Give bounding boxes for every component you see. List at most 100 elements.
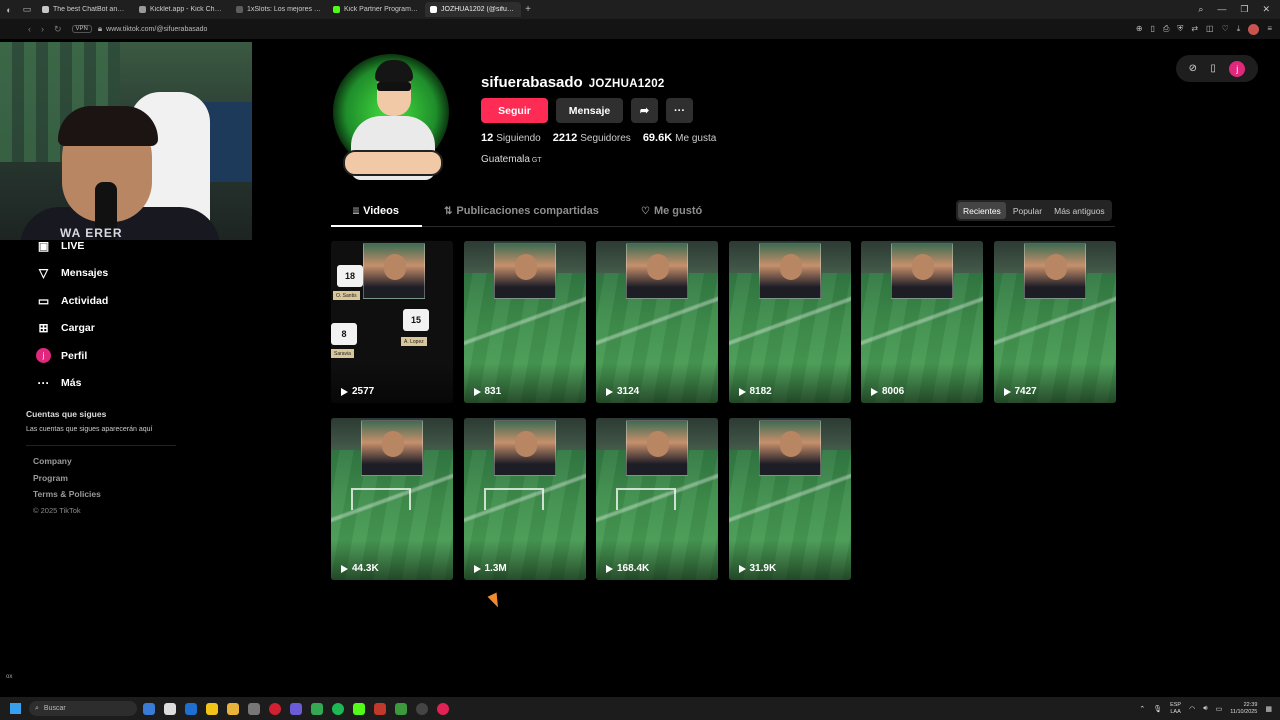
- wifi-icon[interactable]: ◠: [1189, 705, 1195, 713]
- tab-favicon-icon: [236, 6, 243, 13]
- view-count: 2577: [341, 386, 374, 397]
- video-card[interactable]: 8006: [861, 241, 983, 403]
- windows-start-icon[interactable]: [10, 703, 21, 714]
- video-card[interactable]: 3124: [596, 241, 718, 403]
- profile-avatar[interactable]: [333, 54, 449, 190]
- message-button[interactable]: Mensaje: [556, 98, 623, 123]
- download-icon[interactable]: ⤓: [1237, 24, 1241, 35]
- translate-icon[interactable]: ⇄: [1191, 24, 1198, 35]
- sidebar-toggle-icon[interactable]: ▭: [18, 0, 36, 19]
- sort-recent[interactable]: Recientes: [958, 202, 1006, 219]
- sidebar-item-activity[interactable]: ▭ Actividad: [24, 287, 204, 315]
- battery-icon[interactable]: ▭: [1216, 705, 1223, 713]
- video-card[interactable]: 831: [463, 241, 586, 403]
- account-avatar[interactable]: j: [1229, 60, 1246, 77]
- reload-icon[interactable]: ↻: [54, 24, 62, 35]
- app-icon[interactable]: [248, 702, 260, 715]
- browser-tab[interactable]: Kicklet.app - Kick Chatbo: [134, 2, 230, 17]
- browser-tab[interactable]: 1xSlots: Los mejores cas: [231, 2, 327, 17]
- menu-icon[interactable]: ≡: [1267, 24, 1272, 35]
- back-icon[interactable]: ‹: [28, 24, 31, 35]
- video-thumbnail: [891, 243, 953, 299]
- video-card[interactable]: 1.3M: [463, 418, 586, 580]
- thumbnail-shade: [331, 540, 453, 580]
- video-card[interactable]: 168.4K: [596, 418, 718, 580]
- video-card[interactable]: 18 O. Santis 15 A. Lopez 8 Saravia 2577: [331, 241, 453, 403]
- store-app-icon[interactable]: [164, 702, 176, 715]
- explorer-app-icon[interactable]: [227, 702, 239, 715]
- discord-app-icon[interactable]: [290, 702, 302, 715]
- opera-app-icon[interactable]: [269, 702, 281, 715]
- maximize-icon[interactable]: ❐: [1240, 4, 1248, 15]
- sort-popular[interactable]: Popular: [1008, 202, 1047, 219]
- search-placeholder: Buscar: [43, 705, 66, 712]
- browser-tab[interactable]: The best ChatBot and Wi: [37, 2, 133, 17]
- sidebar-item-messages[interactable]: ▽ Mensajes: [24, 260, 204, 288]
- sidebar-item-profile[interactable]: j Perfil: [24, 342, 204, 370]
- search-tabs-icon[interactable]: ⌕: [1198, 4, 1203, 15]
- shield-icon[interactable]: ⛨: [1177, 24, 1183, 35]
- browser-tab[interactable]: Kick Partner Program - K: [328, 2, 424, 17]
- xbox-app-icon[interactable]: [311, 702, 323, 715]
- bookmark-icon[interactable]: ▯: [1151, 24, 1155, 35]
- lineup-shirt: 15: [403, 309, 429, 331]
- compass-icon[interactable]: ⊘: [1189, 63, 1197, 74]
- video-card[interactable]: 31.9K: [728, 418, 851, 580]
- video-card[interactable]: 44.3K: [331, 418, 453, 580]
- lock-icon[interactable]: 🔒︎: [98, 24, 102, 34]
- sidebar-item-label: Perfil: [61, 349, 88, 362]
- notification-icon[interactable]: ▦: [1265, 705, 1272, 713]
- tab-liked[interactable]: ♡ Me gustó: [641, 205, 702, 217]
- spotify-app-icon[interactable]: [332, 702, 344, 715]
- notes-app-icon[interactable]: [206, 702, 218, 715]
- thumbnail-shade: [331, 363, 453, 403]
- clock[interactable]: 22:39 11/10/2025: [1230, 702, 1257, 716]
- close-icon[interactable]: ✕: [1262, 4, 1270, 15]
- widgets-app-icon[interactable]: [143, 702, 155, 715]
- app-icon[interactable]: [437, 702, 449, 715]
- volume-icon[interactable]: 🔊︎: [1203, 705, 1207, 713]
- following-stat[interactable]: 12 Siguiendo: [481, 132, 541, 144]
- sidebar-item-more[interactable]: ··· Más: [24, 370, 204, 398]
- profile-stats: 12 Siguiendo 2212 Seguidores 69.6K Me gusta: [481, 132, 716, 144]
- app-icon[interactable]: [374, 702, 386, 715]
- minimize-icon[interactable]: —: [1217, 4, 1226, 15]
- chevron-up-icon[interactable]: ⌃: [1139, 705, 1145, 713]
- video-card[interactable]: 7427: [993, 241, 1116, 403]
- taskbar-search[interactable]: ⌕ Buscar: [29, 701, 137, 716]
- minecraft-app-icon[interactable]: [395, 702, 407, 715]
- mic-icon[interactable]: 🎙︎: [1153, 705, 1162, 713]
- play-icon: [871, 387, 878, 396]
- sidebar-item-upload[interactable]: ⊞ Cargar: [24, 315, 204, 343]
- device-icon[interactable]: ▯: [1210, 63, 1216, 74]
- vpn-badge[interactable]: VPN: [71, 25, 92, 33]
- follow-button[interactable]: Seguir: [481, 98, 548, 123]
- footer-link-company[interactable]: Company: [33, 456, 204, 473]
- obs-app-icon[interactable]: [416, 702, 428, 715]
- more-options-button[interactable]: ···: [666, 98, 693, 123]
- zoom-icon[interactable]: ⊕: [1136, 24, 1143, 35]
- tab-reposts[interactable]: ⇅ Publicaciones compartidas: [444, 205, 599, 217]
- mail-app-icon[interactable]: [185, 702, 197, 715]
- language-indicator[interactable]: ESP LAA: [1170, 702, 1181, 716]
- new-tab-icon[interactable]: +: [521, 4, 535, 15]
- url-field[interactable]: www.tiktok.com/@sifuerabasado: [106, 26, 207, 33]
- tab-videos[interactable]: ⦙⦙⦙ Videos: [353, 205, 399, 217]
- footer-link-terms[interactable]: Terms & Policies: [33, 489, 204, 506]
- video-card[interactable]: 8182: [728, 241, 851, 403]
- kick-app-icon[interactable]: [353, 702, 365, 715]
- footer-link-program[interactable]: Program: [33, 473, 204, 490]
- forward-icon[interactable]: ›: [41, 24, 44, 35]
- sort-oldest[interactable]: Más antiguos: [1049, 202, 1110, 219]
- wallet-icon[interactable]: ◫: [1206, 24, 1214, 35]
- followers-stat[interactable]: 2212 Seguidores: [553, 132, 631, 144]
- browser-tab-active[interactable]: JOZHUA1202 (@sifuerab: [425, 2, 521, 17]
- screenshot-icon[interactable]: ⎙: [1163, 24, 1169, 35]
- video-grid: 18 O. Santis 15 A. Lopez 8 Saravia 2577 …: [331, 241, 1116, 580]
- share-button[interactable]: ➦: [631, 98, 658, 123]
- browser-menu-icon[interactable]: ◐: [0, 0, 18, 19]
- user-avatar[interactable]: [1248, 23, 1260, 35]
- heart-icon[interactable]: ♡: [1222, 24, 1229, 35]
- mouse-cursor-icon: [487, 592, 503, 610]
- streamer-webcam: WA ERER: [0, 42, 252, 240]
